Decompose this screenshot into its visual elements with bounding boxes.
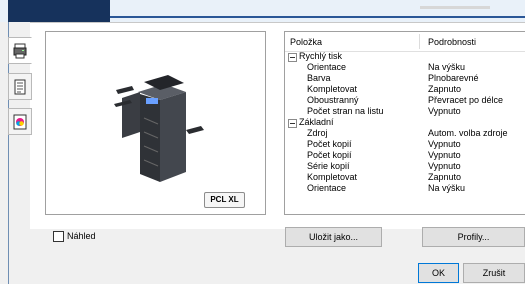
printer-icon bbox=[13, 43, 27, 58]
table-row[interactable]: Kompletovat Zapnuto bbox=[285, 84, 525, 95]
row-value: Zapnuto bbox=[428, 172, 462, 182]
table-row[interactable]: Kompletovat Zapnuto bbox=[285, 172, 525, 183]
profiles-button[interactable]: Profily... bbox=[422, 227, 525, 247]
tab-color[interactable] bbox=[8, 108, 32, 135]
table-row[interactable]: Počet kopií Vypnuto bbox=[285, 150, 525, 161]
table-row[interactable]: Barva Plnobarevné bbox=[285, 73, 525, 84]
table-row[interactable]: Zdroj Autom. volba zdroje bbox=[285, 128, 525, 139]
preview-checkbox[interactable] bbox=[53, 231, 64, 242]
row-label: Orientace bbox=[307, 62, 347, 72]
row-label: Barva bbox=[307, 73, 331, 83]
ok-button[interactable]: OK bbox=[418, 263, 459, 283]
row-value: Převracet po délce bbox=[428, 95, 504, 105]
save-as-button[interactable]: Uložit jako... bbox=[285, 227, 382, 247]
column-separator bbox=[419, 34, 420, 49]
collapse-toggle-icon[interactable] bbox=[288, 119, 297, 128]
row-label: Kompletovat bbox=[307, 172, 358, 182]
preview-checkbox-label: Náhled bbox=[67, 231, 96, 241]
row-label: Kompletovat bbox=[307, 84, 358, 94]
row-label: Počet kopií bbox=[307, 150, 352, 160]
row-value: Na výšku bbox=[428, 62, 466, 72]
pdl-badge: PCL XL bbox=[204, 192, 245, 208]
row-value: Na výšku bbox=[428, 183, 466, 193]
row-value: Zapnuto bbox=[428, 84, 462, 94]
printer-image bbox=[114, 75, 204, 182]
row-value: Plnobarevné bbox=[428, 73, 479, 83]
document-icon bbox=[14, 79, 26, 94]
header-divider bbox=[420, 6, 490, 9]
row-label: Počet stran na listu bbox=[307, 106, 384, 116]
header-accent bbox=[8, 0, 110, 22]
row-value: Autom. volba zdroje bbox=[428, 128, 508, 138]
table-row[interactable]: Počet stran na listu Vypnuto bbox=[285, 106, 525, 117]
table-row[interactable]: Série kopií Vypnuto bbox=[285, 161, 525, 172]
header-bar bbox=[0, 0, 525, 22]
row-value: Vypnuto bbox=[428, 161, 461, 171]
settings-table[interactable]: Položka Podrobnosti Rychlý tisk Orientace… bbox=[284, 31, 525, 215]
row-label: Oboustranný bbox=[307, 95, 359, 105]
tab-printer[interactable] bbox=[8, 37, 32, 64]
table-row[interactable]: Orientace Na výšku bbox=[285, 62, 525, 73]
tab-document[interactable] bbox=[8, 73, 32, 100]
color-icon bbox=[13, 114, 27, 129]
tree-group-row[interactable]: Základní bbox=[285, 117, 525, 128]
row-label: Rychlý tisk bbox=[299, 51, 343, 61]
row-label: Počet kopií bbox=[307, 139, 352, 149]
table-header: Položka Podrobnosti bbox=[285, 32, 525, 52]
row-label: Zdroj bbox=[307, 128, 328, 138]
row-value: Vypnuto bbox=[428, 139, 461, 149]
column-header-item: Položka bbox=[290, 37, 323, 47]
tree-group-row[interactable]: Rychlý tisk bbox=[285, 51, 525, 62]
row-label: Série kopií bbox=[307, 161, 350, 171]
printer-preview: PCL XL bbox=[45, 31, 266, 215]
row-value: Vypnuto bbox=[428, 150, 461, 160]
row-value: Vypnuto bbox=[428, 106, 461, 116]
collapse-toggle-icon[interactable] bbox=[288, 53, 297, 62]
row-label: Základní bbox=[299, 117, 334, 127]
table-row[interactable]: Počet kopií Vypnuto bbox=[285, 139, 525, 150]
column-header-details: Podrobnosti bbox=[428, 37, 477, 47]
cancel-button[interactable]: Zrušit bbox=[463, 263, 525, 283]
header-underline bbox=[110, 16, 525, 18]
table-row[interactable]: Orientace Na výšku bbox=[285, 183, 525, 194]
table-row[interactable]: Oboustranný Převracet po délce bbox=[285, 95, 525, 106]
row-label: Orientace bbox=[307, 183, 347, 193]
